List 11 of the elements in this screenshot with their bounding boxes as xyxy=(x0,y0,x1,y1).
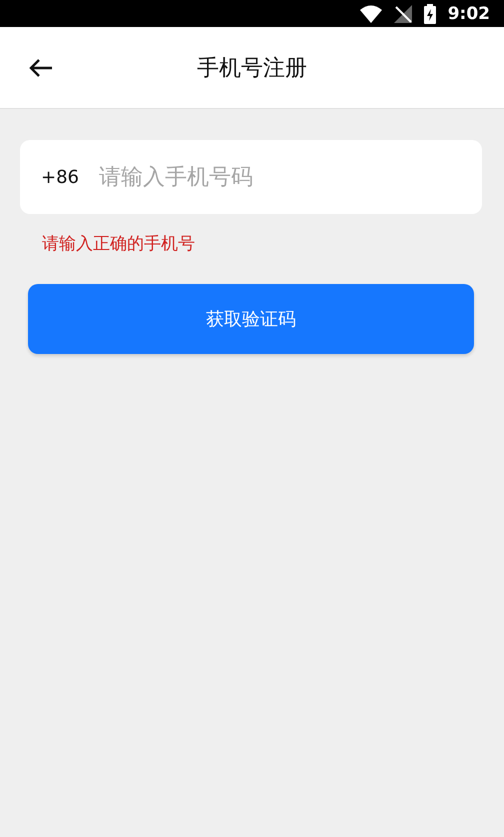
phone-field[interactable]: +86 请输入手机号码 xyxy=(20,140,482,214)
wifi-icon xyxy=(360,4,382,22)
back-arrow-icon xyxy=(29,58,53,78)
no-signal-icon xyxy=(394,4,412,22)
phone-input-field[interactable]: 请输入手机号码 xyxy=(97,164,482,190)
battery-charging-icon xyxy=(424,4,436,24)
page-title: 手机号注册 xyxy=(197,54,307,82)
error-message: 请输入正确的手机号 xyxy=(42,233,196,255)
get-code-button[interactable]: 获取验证码 xyxy=(28,284,474,354)
country-code: +86 xyxy=(41,166,79,188)
status-time: 9:02 xyxy=(448,4,490,24)
